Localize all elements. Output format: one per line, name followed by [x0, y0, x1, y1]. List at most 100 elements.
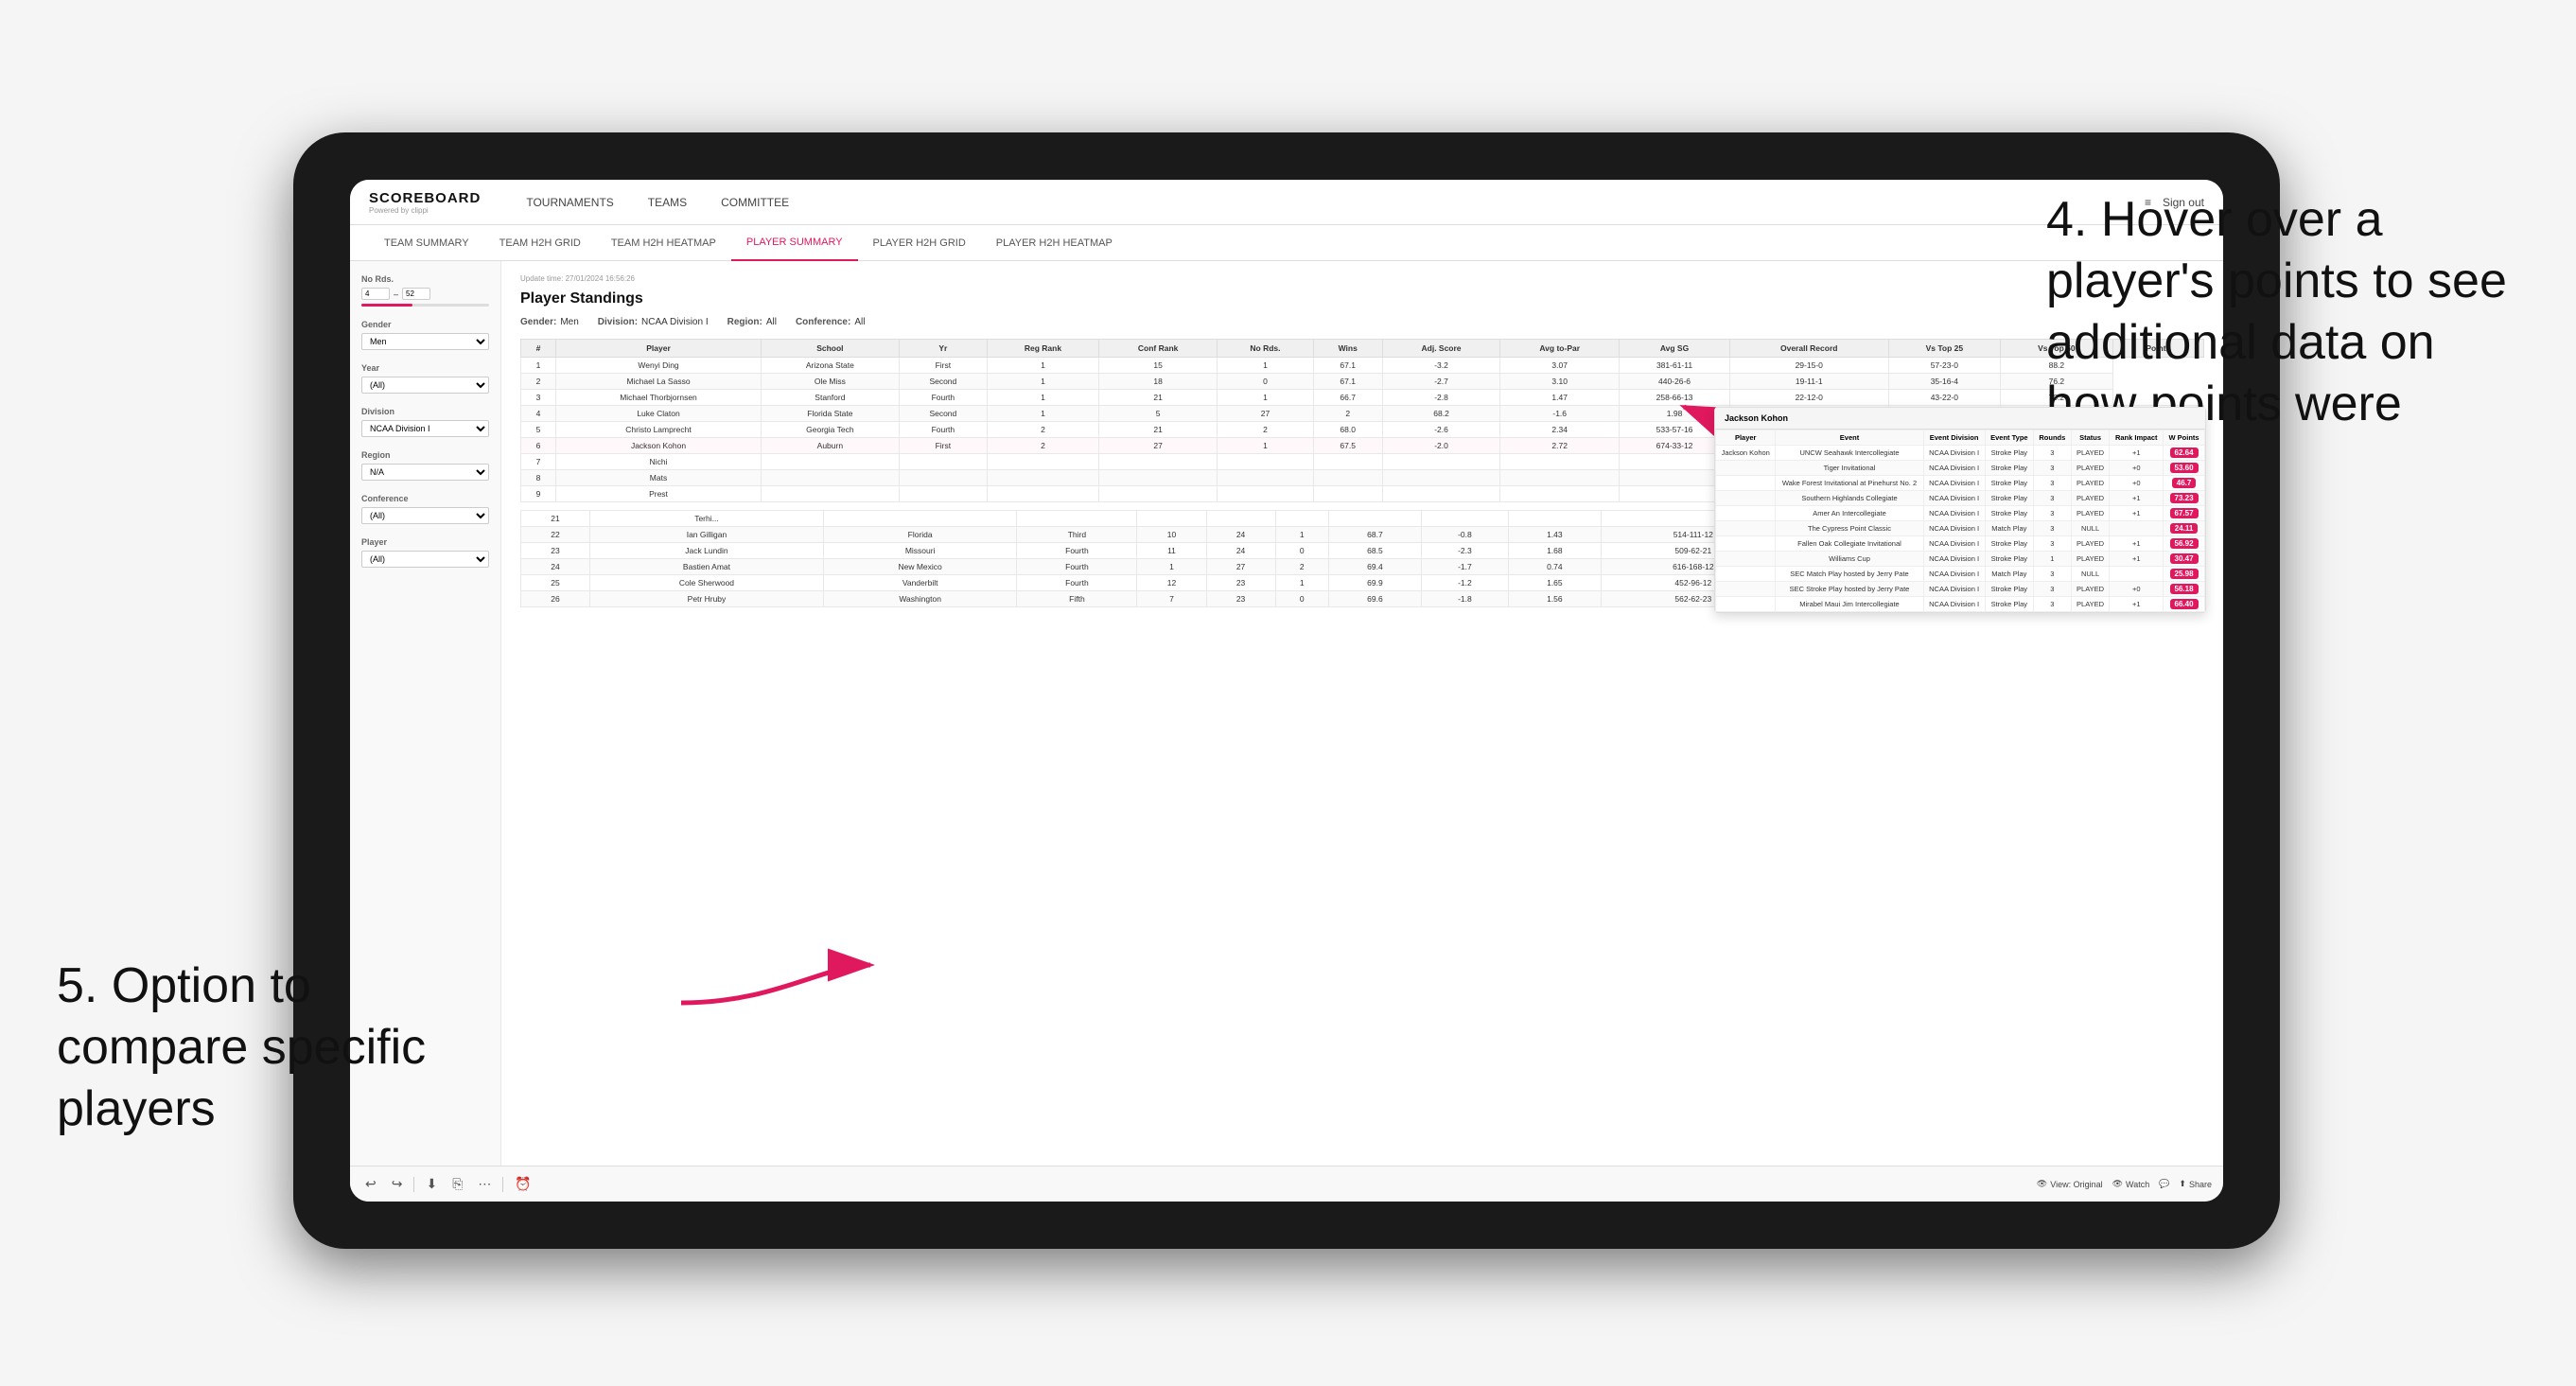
clock-btn[interactable]: ⏰	[511, 1174, 534, 1194]
table-cell-6-1[interactable]: Nichi	[555, 454, 761, 470]
tab-team-h2h-grid[interactable]: TEAM H2H GRID	[484, 225, 596, 261]
year-select[interactable]: (All)	[361, 377, 489, 394]
popup-cell-9-3: Stroke Play	[1985, 582, 2033, 597]
table-cell-1-3: Second	[899, 374, 987, 390]
table-cell-7-4	[988, 470, 1099, 486]
table-cell-2-2: Stanford	[762, 390, 900, 406]
popup-cell-1-7: 53.60	[2164, 461, 2205, 476]
popup-cell-2-5: PLAYED	[2071, 476, 2110, 491]
region-select[interactable]: N/A All	[361, 464, 489, 481]
popup-cell-10-0	[1716, 597, 1776, 612]
popup-cell-9-6: +0	[2110, 582, 2164, 597]
more-cell-2-5: 24	[1206, 543, 1275, 559]
nav-item-teams[interactable]: TEAMS	[631, 180, 704, 225]
more-cell-4-5: 23	[1206, 575, 1275, 591]
top-nav: SCOREBOARD Powered by clippi TOURNAMENTS…	[350, 180, 2223, 225]
share-label: Share	[2189, 1180, 2212, 1189]
popup-cell-7-2: NCAA Division I	[1923, 552, 1985, 567]
popup-cell-2-7: 46.7	[2164, 476, 2205, 491]
table-cell-8-9	[1500, 486, 1620, 502]
download-btn[interactable]: ⬇	[422, 1174, 441, 1194]
no-rds-min-input[interactable]	[361, 288, 390, 300]
content-area: Update time: 27/01/2024 16:56:26 Player …	[501, 261, 2223, 1202]
table-cell-1-5: 18	[1098, 374, 1218, 390]
table-cell-7-1[interactable]: Mats	[555, 470, 761, 486]
table-cell-8-1[interactable]: Prest	[555, 486, 761, 502]
view-original-btn[interactable]: 👁 View: Original	[2037, 1179, 2103, 1189]
undo-btn[interactable]: ↩	[361, 1174, 380, 1194]
no-rds-slider[interactable]	[361, 304, 489, 307]
table-cell-4-7: 68.0	[1313, 422, 1382, 438]
table-cell-8-6	[1218, 486, 1313, 502]
more-cell-1-7: 68.7	[1328, 527, 1421, 543]
popup-cell-4-1: Amer An Intercollegiate	[1776, 506, 1923, 521]
popup-cell-10-4: 3	[2034, 597, 2072, 612]
more-cell-0-5	[1206, 511, 1275, 527]
table-cell-3-0: 4	[521, 406, 556, 422]
tab-player-summary[interactable]: PLAYER SUMMARY	[731, 225, 858, 261]
popup-cell-8-6	[2110, 567, 2164, 582]
more-cell-5-8: -1.8	[1422, 591, 1509, 607]
feedback-btn[interactable]: 💬	[2159, 1179, 2169, 1189]
tab-team-h2h-heatmap[interactable]: TEAM H2H HEATMAP	[596, 225, 731, 261]
more-cell-4-1[interactable]: Cole Sherwood	[590, 575, 824, 591]
nav-item-tournaments[interactable]: TOURNAMENTS	[509, 180, 630, 225]
more-cell-1-1[interactable]: Ian Gilligan	[590, 527, 824, 543]
table-cell-0-1[interactable]: Wenyi Ding	[555, 358, 761, 374]
th-overall-record: Overall Record	[1729, 340, 1888, 358]
main-content: No Rds. – Gender Men	[350, 261, 2223, 1202]
table-cell-1-10: 440-26-6	[1620, 374, 1730, 390]
toolbar-sep-2	[502, 1177, 503, 1192]
tab-player-h2h-grid[interactable]: PLAYER H2H GRID	[858, 225, 981, 261]
gender-select[interactable]: Men Women All	[361, 333, 489, 350]
popup-cell-1-6: +0	[2110, 461, 2164, 476]
more-cell-1-2: Florida	[823, 527, 1017, 543]
redo-btn[interactable]: ↪	[388, 1174, 407, 1194]
sidebar-gender: Gender Men Women All	[361, 320, 489, 350]
conference-label: Conference	[361, 494, 489, 503]
update-time: Update time: 27/01/2024 16:56:26	[520, 274, 2204, 283]
table-cell-3-1[interactable]: Luke Claton	[555, 406, 761, 422]
popup-row: SEC Match Play hosted by Jerry PateNCAA …	[1716, 567, 2205, 582]
tab-player-h2h-heatmap[interactable]: PLAYER H2H HEATMAP	[981, 225, 1128, 261]
more-cell-0-1[interactable]: Terhi...	[590, 511, 824, 527]
more-cell-2-9: 1.68	[1508, 543, 1601, 559]
popup-cell-8-2: NCAA Division I	[1923, 567, 1985, 582]
nav-item-committee[interactable]: COMMITTEE	[704, 180, 806, 225]
settings-btn[interactable]: ⋯	[474, 1174, 495, 1194]
watch-label: Watch	[2126, 1180, 2149, 1189]
sidebar-no-rds: No Rds. –	[361, 274, 489, 307]
tab-team-summary[interactable]: TEAM SUMMARY	[369, 225, 484, 261]
more-cell-3-1[interactable]: Bastien Amat	[590, 559, 824, 575]
more-cell-3-8: -1.7	[1422, 559, 1509, 575]
conference-select[interactable]: (All)	[361, 507, 489, 524]
more-cell-2-1[interactable]: Jack Lundin	[590, 543, 824, 559]
popup-row: Fallen Oak Collegiate InvitationalNCAA D…	[1716, 536, 2205, 552]
table-cell-4-1[interactable]: Christo Lamprecht	[555, 422, 761, 438]
table-cell-0-4: 1	[988, 358, 1099, 374]
table-cell-0-9: 3.07	[1500, 358, 1620, 374]
popup-row: The Cypress Point ClassicNCAA Division I…	[1716, 521, 2205, 536]
more-cell-5-4: 7	[1137, 591, 1206, 607]
division-select[interactable]: NCAA Division I NCAA Division II	[361, 420, 489, 437]
share-btn[interactable]: ⬆ Share	[2179, 1179, 2212, 1189]
more-cell-4-8: -1.2	[1422, 575, 1509, 591]
table-cell-8-2	[762, 486, 900, 502]
sidebar-year: Year (All)	[361, 363, 489, 394]
filter-gender: Gender: Men	[520, 317, 579, 327]
table-cell-7-5	[1098, 470, 1218, 486]
no-rds-label: No Rds.	[361, 274, 489, 284]
player-select[interactable]: (All)	[361, 551, 489, 568]
no-rds-max-input[interactable]	[402, 288, 430, 300]
copy-btn[interactable]: ⎘	[448, 1174, 466, 1194]
th-wins: Wins	[1313, 340, 1382, 358]
more-cell-5-1[interactable]: Petr Hruby	[590, 591, 824, 607]
popup-cell-7-3: Stroke Play	[1985, 552, 2033, 567]
table-cell-5-1[interactable]: Jackson Kohon	[555, 438, 761, 454]
table-cell-4-4: 2	[988, 422, 1099, 438]
watch-btn[interactable]: 👁 Watch	[2112, 1179, 2150, 1189]
table-cell-2-1[interactable]: Michael Thorbjornsen	[555, 390, 761, 406]
filter-division: Division: NCAA Division I	[598, 317, 709, 327]
tablet-frame: SCOREBOARD Powered by clippi TOURNAMENTS…	[293, 132, 2280, 1249]
table-cell-1-1[interactable]: Michael La Sasso	[555, 374, 761, 390]
